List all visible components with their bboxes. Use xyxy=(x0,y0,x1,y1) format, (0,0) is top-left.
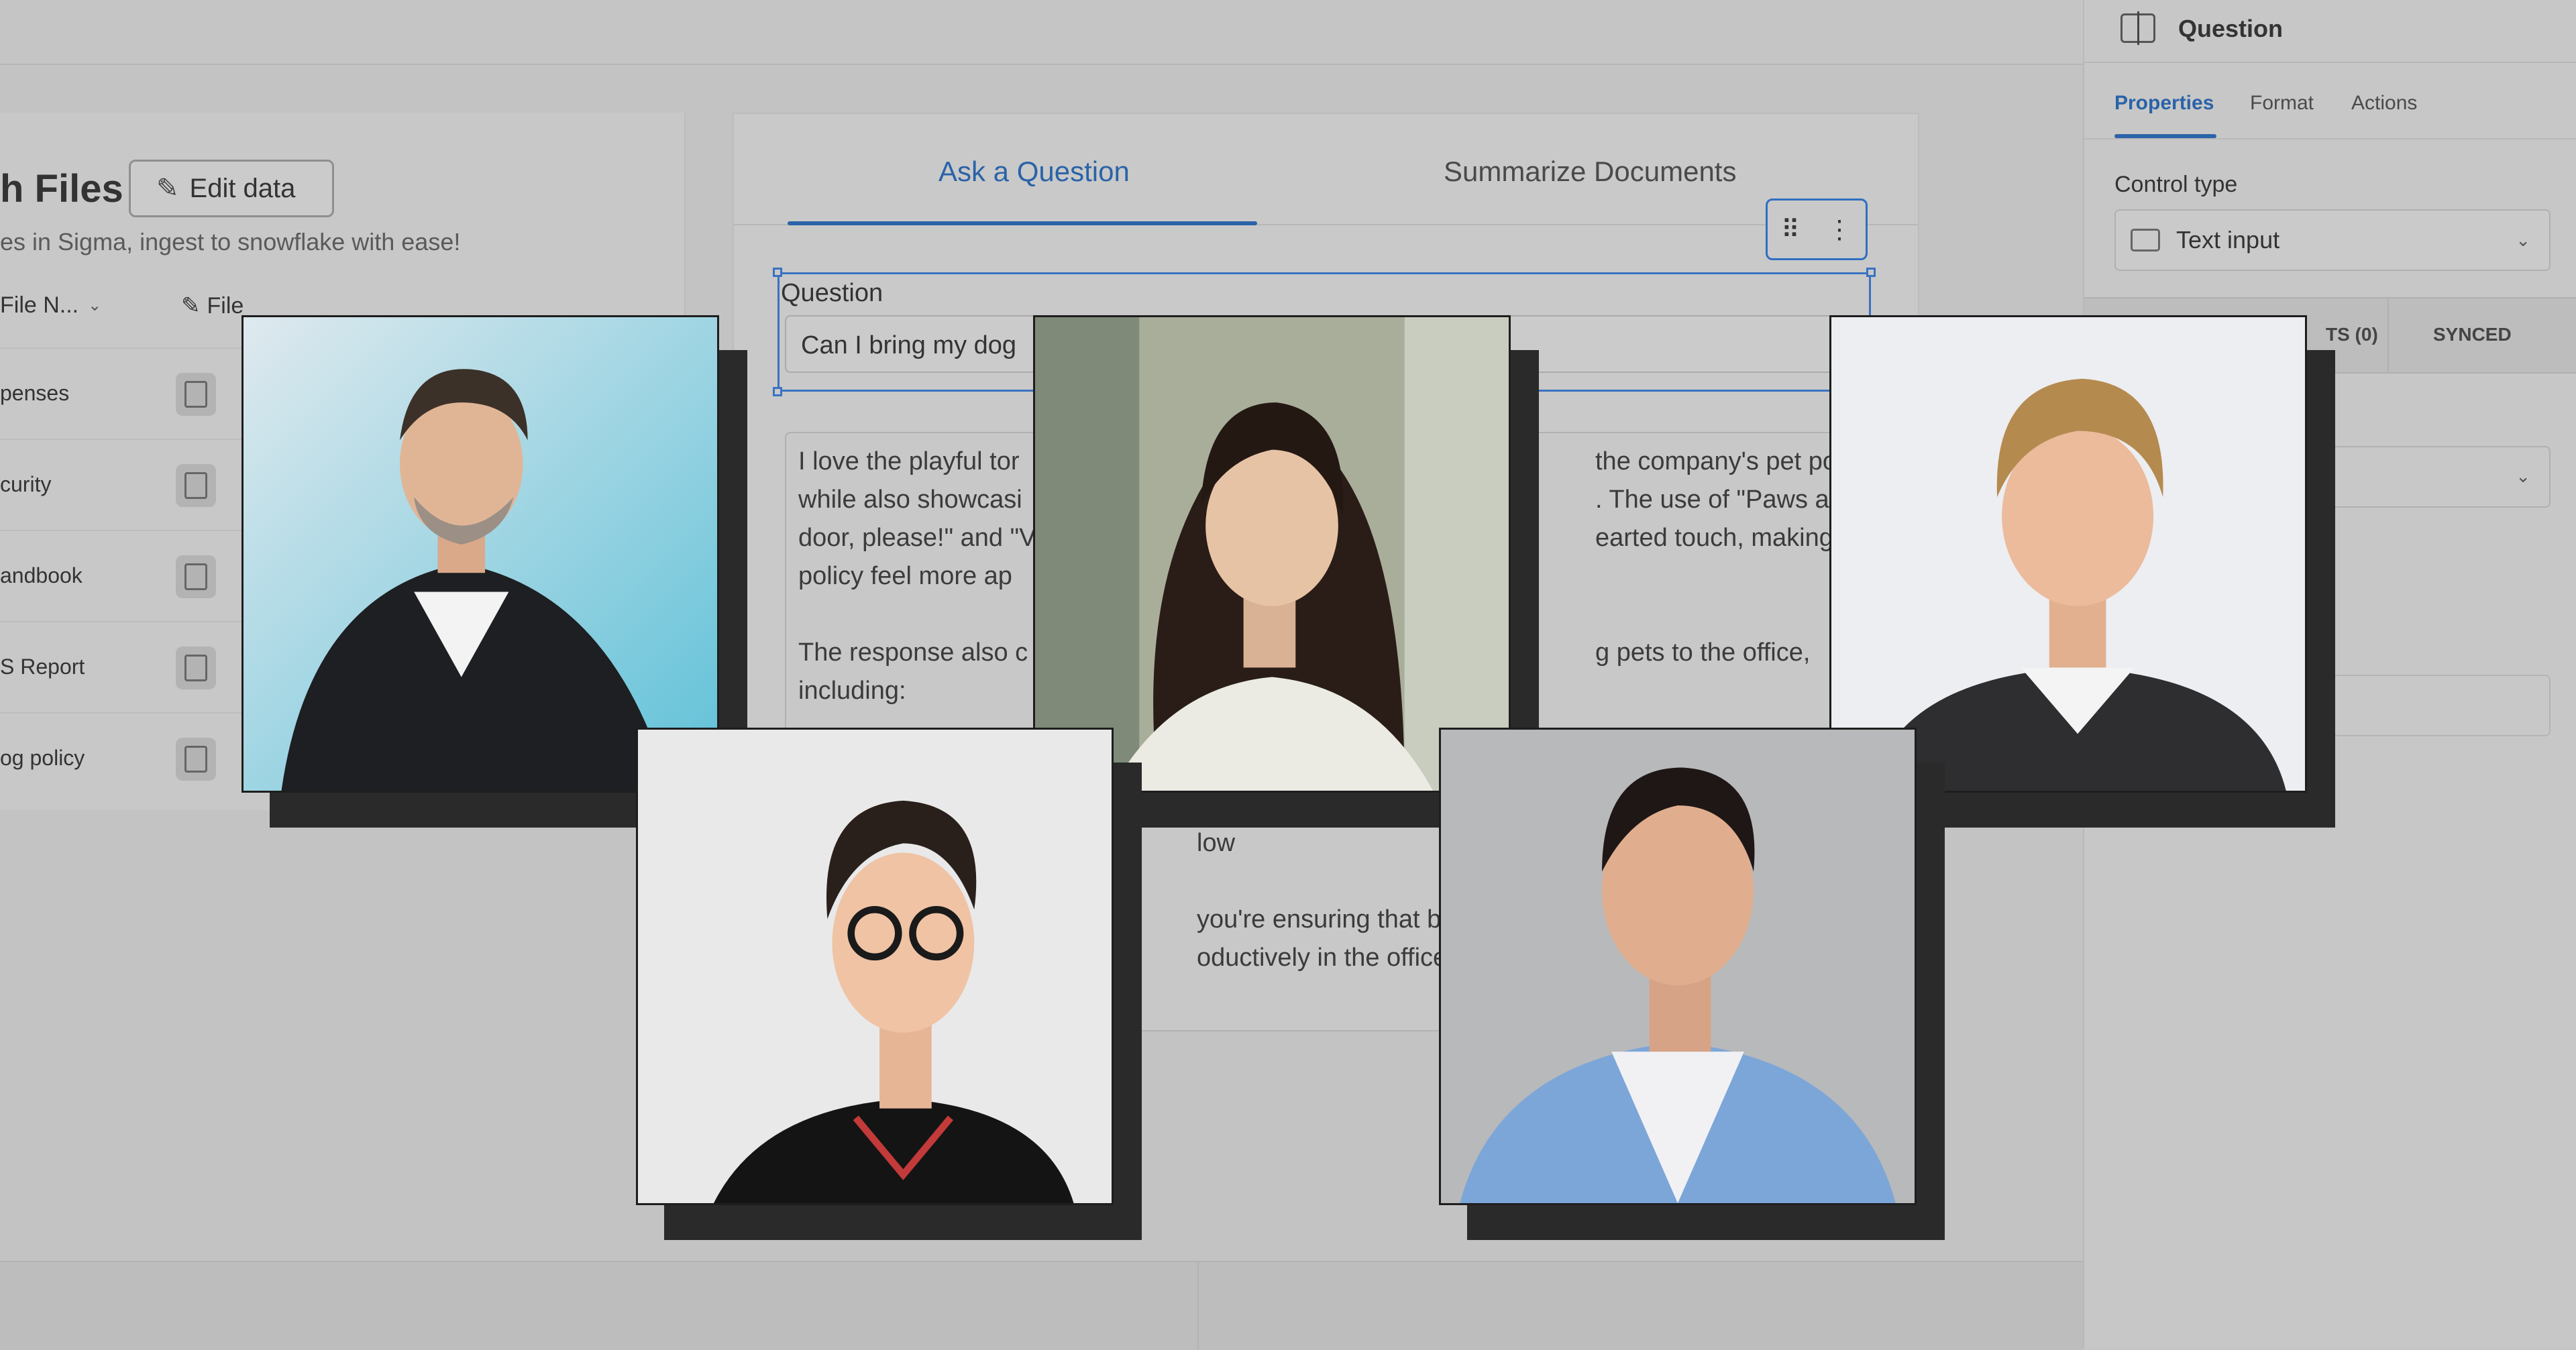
column-header-file-name[interactable]: File N... ⌄ xyxy=(0,292,101,319)
file-name: S Report xyxy=(0,655,85,679)
portrait-photo xyxy=(1439,728,1917,1205)
active-tab-indicator xyxy=(788,221,1257,225)
control-type-value: Text input xyxy=(2176,226,2280,254)
pdf-file-icon[interactable] xyxy=(176,555,216,598)
bottom-bar xyxy=(0,1261,2083,1350)
chevron-down-icon: ⌄ xyxy=(88,296,102,315)
pencil-icon: ✎ xyxy=(181,293,201,319)
file-name: og policy xyxy=(0,746,85,770)
file-name: andbook xyxy=(0,563,83,587)
divider xyxy=(2084,62,2576,63)
response-text: the company's pet polic xyxy=(1595,447,1861,475)
tab-format[interactable]: Format xyxy=(2250,92,2314,115)
response-text: low xyxy=(1197,829,1236,857)
panel-title: Question xyxy=(2178,15,2284,42)
more-vertical-icon[interactable]: ⋮ xyxy=(1827,215,1852,245)
divider xyxy=(2084,138,2576,139)
file-name: curity xyxy=(0,472,52,496)
response-text: you're ensuring that bot xyxy=(1197,905,1462,934)
portrait-photo xyxy=(636,728,1114,1205)
question-label: Question xyxy=(781,279,883,307)
chevron-down-icon: ⌄ xyxy=(2516,229,2530,250)
pdf-file-icon[interactable] xyxy=(176,738,216,781)
response-text: door, please!" and "V xyxy=(798,524,1036,552)
text-input-icon xyxy=(2131,229,2160,251)
drag-handle-icon[interactable]: ⠿ xyxy=(1781,215,1800,245)
column-header-label: File xyxy=(207,292,244,319)
page-subtitle: es in Sigma, ingest to snowflake with ea… xyxy=(0,228,461,256)
text-input-icon xyxy=(2121,11,2155,45)
tab-actions[interactable]: Actions xyxy=(2351,92,2417,115)
bottom-divider xyxy=(1197,1262,1199,1350)
portrait-photo xyxy=(1033,315,1511,793)
portrait-photo xyxy=(241,315,719,793)
element-toolbar: ⠿ ⋮ xyxy=(1766,199,1868,260)
tab-ask-a-question[interactable]: Ask a Question xyxy=(938,156,1130,188)
tab-properties[interactable]: Properties xyxy=(2114,92,2214,115)
response-text: including: xyxy=(798,677,906,705)
control-type-select[interactable]: Text input ⌄ xyxy=(2114,209,2551,271)
response-text: policy feel more ap xyxy=(798,562,1012,590)
response-text: g pets to the office, xyxy=(1595,638,1811,667)
response-text: oductively in the office. xyxy=(1197,944,1454,972)
page-title: h Files xyxy=(0,167,123,211)
resize-handle[interactable] xyxy=(773,387,782,396)
response-text: I love the playful tor xyxy=(798,447,1020,475)
synced-badge[interactable]: SYNCED xyxy=(2433,324,2512,345)
column-header-label: File N... xyxy=(0,292,79,318)
divider xyxy=(2387,298,2389,372)
edit-data-label: Edit data xyxy=(189,173,296,203)
tab-summarize-documents[interactable]: Summarize Documents xyxy=(1444,156,1736,188)
top-bar xyxy=(0,0,2083,65)
pdf-file-icon[interactable] xyxy=(176,464,216,507)
chevron-down-icon: ⌄ xyxy=(2516,466,2530,486)
pdf-file-icon[interactable] xyxy=(176,646,216,689)
status-count[interactable]: TS (0) xyxy=(2326,324,2378,345)
file-name: penses xyxy=(0,381,70,405)
resize-handle[interactable] xyxy=(773,268,782,277)
resize-handle[interactable] xyxy=(1866,268,1876,277)
control-type-label: Control type xyxy=(2114,172,2238,197)
pdf-file-icon[interactable] xyxy=(176,373,216,416)
portrait-photo xyxy=(1829,315,2307,793)
response-text: The response also c xyxy=(798,638,1028,667)
response-text: while also showcasi xyxy=(798,486,1022,514)
column-header-file[interactable]: ✎ File xyxy=(181,292,244,319)
pencil-icon: ✎ xyxy=(156,174,179,203)
edit-data-button[interactable]: ✎ Edit data xyxy=(129,160,334,217)
